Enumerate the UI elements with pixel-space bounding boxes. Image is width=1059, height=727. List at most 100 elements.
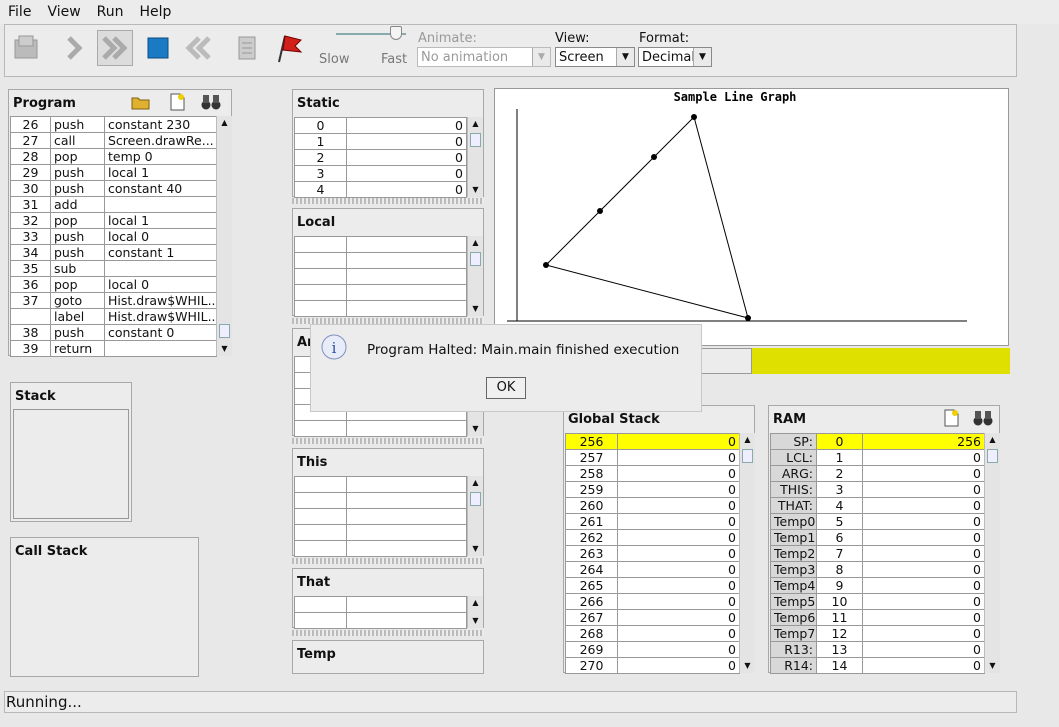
stop-button[interactable]: [140, 30, 176, 66]
scroll-thumb[interactable]: [470, 492, 481, 506]
segment-value[interactable]: [346, 476, 467, 493]
global-stack-value[interactable]: 0: [617, 497, 740, 514]
scroll-thumb[interactable]: [742, 449, 753, 463]
menu-help[interactable]: Help: [132, 4, 180, 20]
global-stack-row[interactable]: 266 0: [565, 593, 740, 610]
ok-button[interactable]: OK: [486, 377, 526, 399]
scroll-thumb[interactable]: [219, 324, 230, 338]
global-stack-row[interactable]: 270 0: [565, 657, 740, 674]
ram-value[interactable]: 0: [862, 513, 985, 530]
global-stack-scrollbar[interactable]: ▲ ▼: [739, 433, 755, 673]
menu-file[interactable]: File: [0, 4, 39, 20]
global-stack-value[interactable]: 0: [617, 449, 740, 466]
scroll-down-icon[interactable]: ▼: [468, 422, 483, 436]
global-stack-value[interactable]: 0: [617, 577, 740, 594]
segment-row[interactable]: [294, 300, 467, 317]
scroll-down-icon[interactable]: ▼: [740, 659, 755, 673]
segment-row[interactable]: [294, 268, 467, 285]
breakpoints-button[interactable]: [271, 30, 307, 66]
global-stack-value[interactable]: 0: [617, 657, 740, 674]
ram-row[interactable]: Temp1: 6 0: [770, 529, 985, 546]
program-row[interactable]: 34 push constant 1: [10, 244, 217, 261]
global-stack-value[interactable]: 0: [617, 465, 740, 482]
static-scrollbar[interactable]: ▲ ▼: [467, 117, 483, 197]
program-row[interactable]: 26 push constant 230: [10, 116, 217, 133]
global-stack-row[interactable]: 269 0: [565, 641, 740, 658]
splitter[interactable]: [292, 558, 484, 564]
scroll-up-icon[interactable]: ▲: [217, 116, 232, 130]
ram-row[interactable]: Temp4: 9 0: [770, 577, 985, 594]
scroll-down-icon[interactable]: ▼: [217, 342, 232, 356]
segment-value[interactable]: [346, 508, 467, 525]
program-row[interactable]: 39 return: [10, 340, 217, 357]
global-stack-row[interactable]: 257 0: [565, 449, 740, 466]
ram-row[interactable]: LCL: 1 0: [770, 449, 985, 466]
format-select[interactable]: Decimal ▼: [638, 47, 712, 67]
program-row[interactable]: 38 push constant 0: [10, 324, 217, 341]
ram-row[interactable]: Temp3: 8 0: [770, 561, 985, 578]
ram-value[interactable]: 256: [862, 433, 985, 450]
that-scrollbar[interactable]: ▲ ▼: [467, 596, 483, 628]
scroll-down-icon[interactable]: ▼: [468, 614, 483, 628]
rewind-button[interactable]: [182, 30, 218, 66]
global-stack-value[interactable]: 0: [617, 609, 740, 626]
ram-value[interactable]: 0: [862, 481, 985, 498]
open-folder-icon[interactable]: [131, 94, 151, 110]
scroll-down-icon[interactable]: ▼: [468, 183, 483, 197]
segment-value[interactable]: [346, 492, 467, 509]
program-row[interactable]: 35 sub: [10, 260, 217, 277]
ram-scrollbar[interactable]: ▲ ▼: [984, 433, 1000, 673]
scroll-thumb[interactable]: [470, 252, 481, 266]
ram-value[interactable]: 0: [862, 657, 985, 674]
program-row[interactable]: 36 pop local 0: [10, 276, 217, 293]
ram-value[interactable]: 0: [862, 497, 985, 514]
segment-value[interactable]: [346, 300, 467, 317]
program-row[interactable]: 29 push local 1: [10, 164, 217, 181]
ram-row[interactable]: THAT: 4 0: [770, 497, 985, 514]
global-stack-value[interactable]: 0: [617, 641, 740, 658]
static-value[interactable]: 0: [346, 117, 467, 134]
global-stack-value[interactable]: 0: [617, 625, 740, 642]
segment-row[interactable]: [294, 508, 467, 525]
scroll-up-icon[interactable]: ▲: [468, 117, 483, 131]
ram-value[interactable]: 0: [862, 529, 985, 546]
scroll-up-icon[interactable]: ▲: [740, 433, 755, 447]
menu-run[interactable]: Run: [89, 4, 132, 20]
ram-row[interactable]: R13: 13 0: [770, 641, 985, 658]
segment-value[interactable]: [346, 540, 467, 557]
segment-row[interactable]: [294, 420, 467, 437]
ram-row[interactable]: THIS: 3 0: [770, 481, 985, 498]
scroll-down-icon[interactable]: ▼: [985, 659, 1000, 673]
static-row[interactable]: 30: [294, 165, 467, 182]
global-stack-row[interactable]: 267 0: [565, 609, 740, 626]
static-row[interactable]: 00: [294, 117, 467, 134]
segment-row[interactable]: [294, 612, 467, 629]
new-file-icon[interactable]: [942, 409, 960, 427]
program-row[interactable]: label Hist.draw$WHIL...: [10, 308, 217, 325]
scroll-up-icon[interactable]: ▲: [468, 476, 483, 490]
global-stack-row[interactable]: 258 0: [565, 465, 740, 482]
scroll-down-icon[interactable]: ▼: [468, 542, 483, 556]
scroll-down-icon[interactable]: ▼: [468, 302, 483, 316]
static-row[interactable]: 10: [294, 133, 467, 150]
global-stack-row[interactable]: 268 0: [565, 625, 740, 642]
program-row[interactable]: 37 goto Hist.draw$WHIL...: [10, 292, 217, 309]
load-program-button[interactable]: [8, 30, 44, 66]
global-stack-row[interactable]: 262 0: [565, 529, 740, 546]
global-stack-value[interactable]: 0: [617, 513, 740, 530]
ram-row[interactable]: Temp0: 5 0: [770, 513, 985, 530]
global-stack-value[interactable]: 0: [617, 545, 740, 562]
segment-value[interactable]: [346, 524, 467, 541]
segment-row[interactable]: [294, 596, 467, 613]
ram-value[interactable]: 0: [862, 609, 985, 626]
program-row[interactable]: 32 pop local 1: [10, 212, 217, 229]
speed-slider-thumb[interactable]: [390, 26, 402, 40]
static-value[interactable]: 0: [346, 149, 467, 166]
segment-row[interactable]: [294, 236, 467, 253]
global-stack-row[interactable]: 259 0: [565, 481, 740, 498]
static-row[interactable]: 20: [294, 149, 467, 166]
ram-value[interactable]: 0: [862, 641, 985, 658]
view-select[interactable]: Screen ▼: [555, 47, 635, 67]
static-row[interactable]: 40: [294, 181, 467, 198]
scroll-up-icon[interactable]: ▲: [985, 433, 1000, 447]
